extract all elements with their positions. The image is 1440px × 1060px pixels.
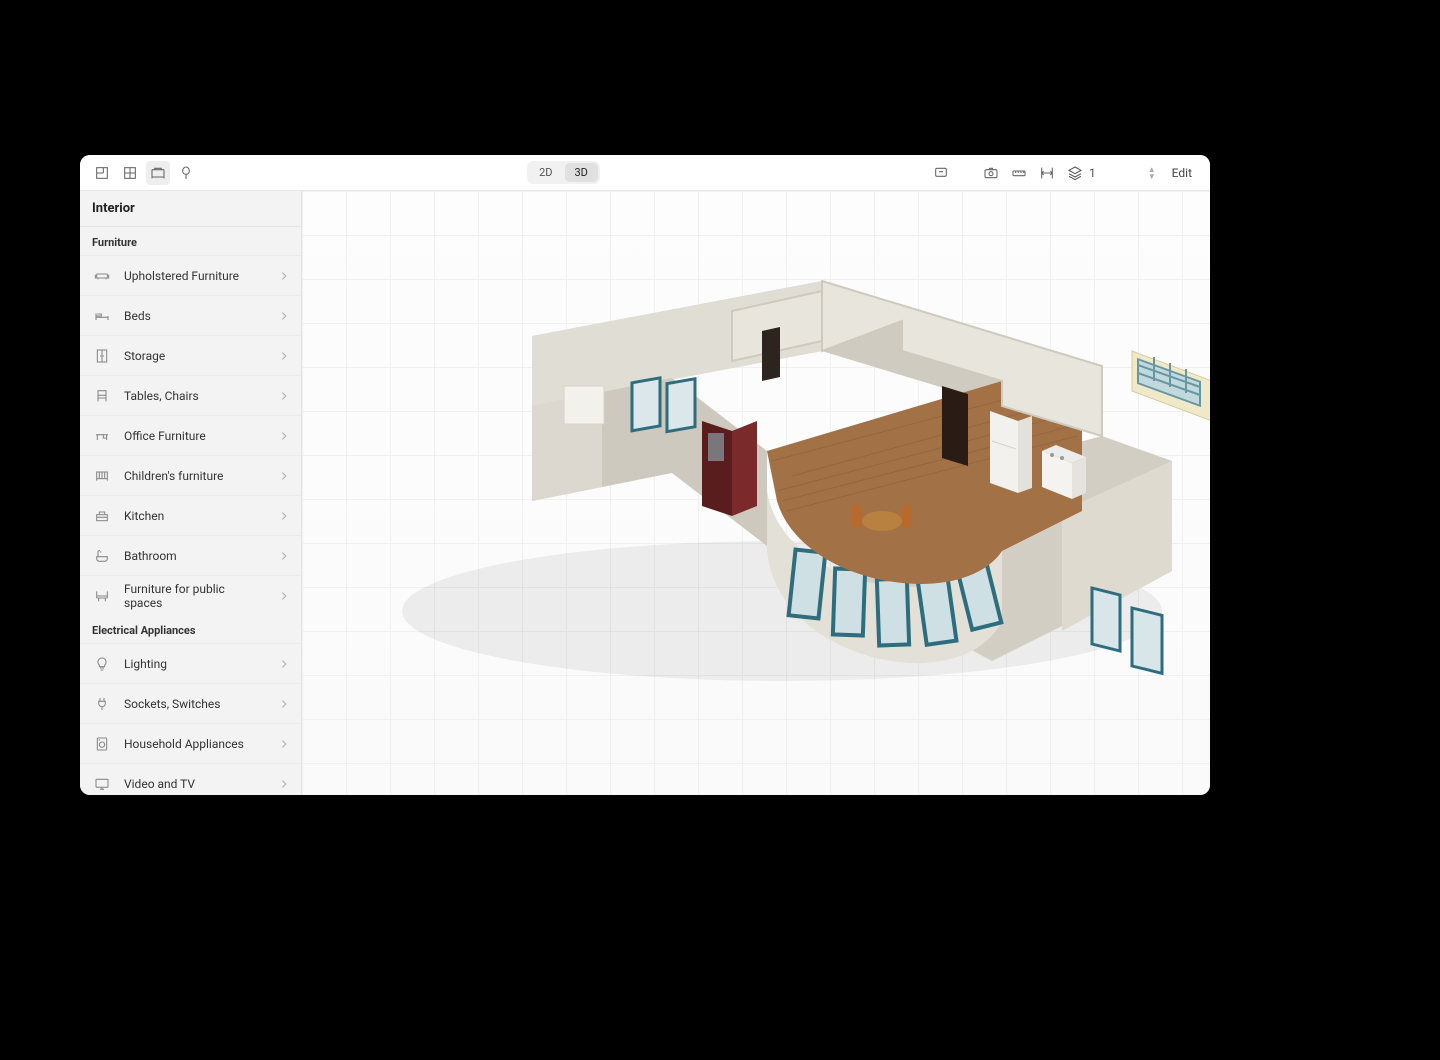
bench-icon bbox=[92, 586, 112, 606]
sidebar-item-label: Bathroom bbox=[124, 549, 265, 563]
sidebar-item-label: Furniture for public spaces bbox=[124, 582, 265, 610]
chevron-right-icon bbox=[277, 697, 291, 711]
chevron-right-icon bbox=[277, 349, 291, 363]
toolbar-right-group: 1 ▲ ▼ Edit bbox=[929, 161, 1200, 185]
chevron-right-icon bbox=[277, 269, 291, 283]
sidebar-item-label: Storage bbox=[124, 349, 265, 363]
category-list-electrical: Lighting Sockets, Switches Household App… bbox=[80, 643, 301, 795]
view-2d-tab[interactable]: 2D bbox=[529, 163, 562, 182]
sidebar-item-sockets[interactable]: Sockets, Switches bbox=[80, 683, 301, 723]
camera-tool-button[interactable] bbox=[979, 161, 1003, 185]
sidebar: Interior Furniture Upholstered Furniture… bbox=[80, 191, 302, 795]
measure-tool-button[interactable] bbox=[1007, 161, 1031, 185]
sidebar-item-label: Tables, Chairs bbox=[124, 389, 265, 403]
chevron-right-icon bbox=[277, 509, 291, 523]
sidebar-item-bathroom[interactable]: Bathroom bbox=[80, 535, 301, 575]
wardrobe-icon bbox=[92, 346, 112, 366]
chevron-right-icon bbox=[277, 657, 291, 671]
chevron-right-icon bbox=[277, 469, 291, 483]
chevron-down-icon: ▼ bbox=[1148, 173, 1156, 180]
sidebar-item-label: Office Furniture bbox=[124, 429, 265, 443]
chair-icon bbox=[92, 386, 112, 406]
app-window: 2D 3D 1 bbox=[80, 155, 1210, 795]
top-toolbar: 2D 3D 1 bbox=[80, 155, 1210, 191]
view-mode-toggle: 2D 3D bbox=[527, 161, 600, 184]
sidebar-item-label: Lighting bbox=[124, 657, 265, 671]
sidebar-item-label: Video and TV bbox=[124, 777, 265, 791]
view-3d-tab[interactable]: 3D bbox=[565, 163, 598, 182]
sidebar-item-beds[interactable]: Beds bbox=[80, 295, 301, 335]
tree-tool-button[interactable] bbox=[174, 161, 198, 185]
bed-icon bbox=[92, 306, 112, 326]
interior-tool-button[interactable] bbox=[146, 161, 170, 185]
viewport-3d[interactable] bbox=[302, 191, 1210, 795]
dimension-tool-button[interactable] bbox=[1035, 161, 1059, 185]
floor-stepper[interactable]: ▲ ▼ bbox=[1148, 166, 1156, 180]
floorplan-model bbox=[302, 191, 1210, 795]
chevron-right-icon bbox=[277, 309, 291, 323]
floor-selector[interactable]: 1 ▲ ▼ bbox=[1063, 165, 1160, 181]
sidebar-item-tables-chairs[interactable]: Tables, Chairs bbox=[80, 375, 301, 415]
edit-button[interactable]: Edit bbox=[1164, 162, 1200, 184]
sidebar-item-label: Beds bbox=[124, 309, 265, 323]
layers-icon bbox=[1067, 165, 1083, 181]
plan-tool-button[interactable] bbox=[90, 161, 114, 185]
sidebar-item-label: Sockets, Switches bbox=[124, 697, 265, 711]
chevron-right-icon bbox=[277, 429, 291, 443]
sidebar-item-kitchen[interactable]: Kitchen bbox=[80, 495, 301, 535]
sidebar-item-label: Upholstered Furniture bbox=[124, 269, 265, 283]
section-header-furniture: Furniture bbox=[80, 227, 301, 255]
sidebar-item-label: Household Appliances bbox=[124, 737, 265, 751]
sidebar-item-upholstered[interactable]: Upholstered Furniture bbox=[80, 255, 301, 295]
washer-icon bbox=[92, 734, 112, 754]
sofa-icon bbox=[92, 266, 112, 286]
toolbar-left-group bbox=[90, 161, 198, 185]
desk-icon bbox=[92, 426, 112, 446]
floor-value: 1 bbox=[1089, 166, 1096, 180]
crib-icon bbox=[92, 466, 112, 486]
chevron-right-icon bbox=[277, 589, 291, 603]
category-list-furniture: Upholstered Furniture Beds Storage Table… bbox=[80, 255, 301, 615]
sidebar-item-label: Children's furniture bbox=[124, 469, 265, 483]
sidebar-title: Interior bbox=[80, 191, 301, 227]
sidebar-item-office[interactable]: Office Furniture bbox=[80, 415, 301, 455]
plug-icon bbox=[92, 694, 112, 714]
grid-tool-button[interactable] bbox=[118, 161, 142, 185]
app-body: Interior Furniture Upholstered Furniture… bbox=[80, 191, 1210, 795]
bulb-icon bbox=[92, 654, 112, 674]
sidebar-item-public[interactable]: Furniture for public spaces bbox=[80, 575, 301, 615]
sidebar-item-video-tv[interactable]: Video and TV bbox=[80, 763, 301, 795]
sidebar-item-household[interactable]: Household Appliances bbox=[80, 723, 301, 763]
sidebar-item-lighting[interactable]: Lighting bbox=[80, 643, 301, 683]
sidebar-item-label: Kitchen bbox=[124, 509, 265, 523]
bath-icon bbox=[92, 546, 112, 566]
sidebar-item-storage[interactable]: Storage bbox=[80, 335, 301, 375]
note-tool-button[interactable] bbox=[929, 161, 953, 185]
tv-icon bbox=[92, 774, 112, 794]
chevron-right-icon bbox=[277, 737, 291, 751]
chevron-right-icon bbox=[277, 389, 291, 403]
chevron-right-icon bbox=[277, 777, 291, 791]
chevron-right-icon bbox=[277, 549, 291, 563]
section-header-electrical: Electrical Appliances bbox=[80, 615, 301, 643]
kitchen-icon bbox=[92, 506, 112, 526]
sidebar-item-children[interactable]: Children's furniture bbox=[80, 455, 301, 495]
